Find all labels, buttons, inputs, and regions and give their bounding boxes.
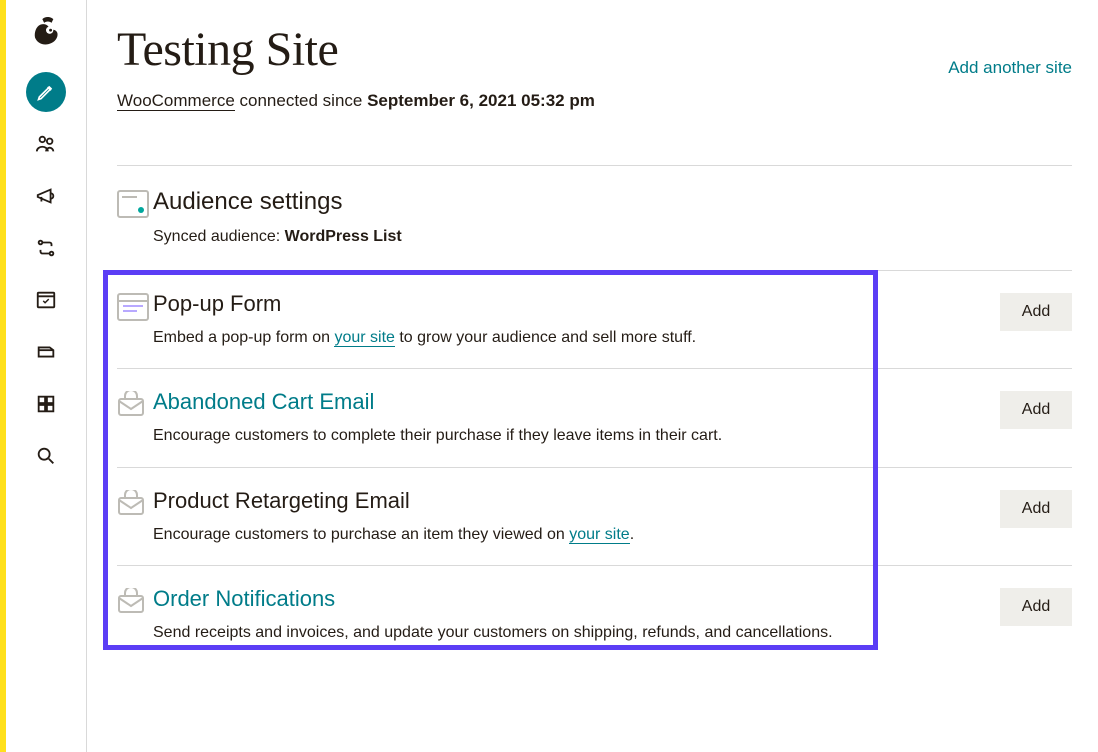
nav-content-icon[interactable] <box>26 332 66 372</box>
popup-form-title: Pop-up Form <box>153 291 960 317</box>
retargeting-title: Product Retargeting Email <box>153 488 960 514</box>
nav-website-icon[interactable] <box>26 280 66 320</box>
retargeting-row: Product Retargeting Email Encourage cust… <box>117 468 1072 566</box>
your-site-link-1[interactable]: your site <box>334 329 394 347</box>
nav-integrations-icon[interactable] <box>26 384 66 424</box>
connected-date: September 6, 2021 05:32 pm <box>367 91 595 110</box>
order-notifications-icon <box>117 588 153 614</box>
synced-audience-label: Synced audience: <box>153 228 285 245</box>
audience-settings-section: Audience settings Synced audience: WordP… <box>117 166 1072 270</box>
order-notifications-title[interactable]: Order Notifications <box>153 586 960 612</box>
left-nav <box>6 0 87 752</box>
add-order-button[interactable]: Add <box>1000 588 1072 626</box>
platform-link[interactable]: WooCommerce <box>117 91 235 111</box>
nav-automations-icon[interactable] <box>26 228 66 268</box>
retargeting-desc: Encourage customers to purchase an item … <box>153 524 960 546</box>
add-another-site-link[interactable]: Add another site <box>948 58 1072 77</box>
audience-settings-icon <box>117 190 153 223</box>
connected-since-text: connected since <box>235 91 367 110</box>
retargeting-icon <box>117 490 153 516</box>
connection-subtitle: WooCommerce connected since September 6,… <box>117 91 595 111</box>
add-abandoned-button[interactable]: Add <box>1000 391 1072 429</box>
add-popup-button[interactable]: Add <box>1000 293 1072 331</box>
abandoned-cart-row: Abandoned Cart Email Encourage customers… <box>117 369 1072 467</box>
retarget-desc-a: Encourage customers to purchase an item … <box>153 526 569 543</box>
order-notifications-desc: Send receipts and invoices, and update y… <box>153 622 960 644</box>
popup-form-row: Pop-up Form Embed a pop-up form on your … <box>117 271 1072 369</box>
retarget-desc-b: . <box>630 526 634 543</box>
nav-audience-icon[interactable] <box>26 124 66 164</box>
popup-form-desc: Embed a pop-up form on your site to grow… <box>153 327 960 349</box>
popup-desc-b: to grow your audience and sell more stuf… <box>395 329 696 346</box>
page-title: Testing Site <box>117 22 595 77</box>
popup-desc-a: Embed a pop-up form on <box>153 329 334 346</box>
add-retargeting-button[interactable]: Add <box>1000 490 1072 528</box>
mailchimp-logo[interactable] <box>22 8 70 56</box>
popup-form-icon <box>117 293 153 326</box>
nav-search-icon[interactable] <box>26 436 66 476</box>
your-site-link-2[interactable]: your site <box>569 526 629 544</box>
abandoned-cart-title[interactable]: Abandoned Cart Email <box>153 389 960 415</box>
nav-campaigns-icon[interactable] <box>26 176 66 216</box>
audience-settings-title: Audience settings <box>153 188 1060 216</box>
order-notifications-row: Order Notifications Send receipts and in… <box>117 566 1072 650</box>
main-content: Testing Site WooCommerce connected since… <box>87 0 1098 752</box>
nav-create-icon[interactable] <box>26 72 66 112</box>
synced-audience-value: WordPress List <box>285 228 402 245</box>
abandoned-cart-icon <box>117 391 153 417</box>
suggestions-list: Pop-up Form Embed a pop-up form on your … <box>117 270 1072 650</box>
abandoned-cart-desc: Encourage customers to complete their pu… <box>153 425 960 447</box>
